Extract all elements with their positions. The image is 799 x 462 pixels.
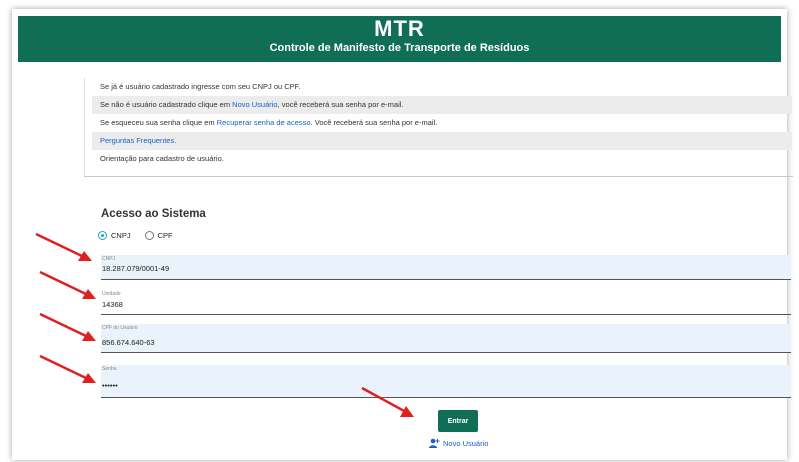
perguntas-frequentes-link[interactable]: Perguntas Frequentes. bbox=[100, 136, 176, 145]
entrar-button[interactable]: Entrar bbox=[438, 410, 478, 432]
access-title: Acesso ao Sistema bbox=[101, 208, 206, 220]
novo-usuario-label[interactable]: Novo Usuário bbox=[443, 439, 488, 448]
senha-value[interactable]: •••••• bbox=[102, 381, 118, 390]
info-line-2: Se não é usuário cadastrado clique em No… bbox=[92, 96, 792, 114]
info-line-4: Perguntas Frequentes. bbox=[92, 132, 792, 150]
radio-cpf-label: CPF bbox=[157, 231, 173, 240]
novo-usuario-button[interactable]: Novo Usuário bbox=[428, 438, 488, 448]
app-header: MTR Controle de Manifesto de Transporte … bbox=[18, 16, 781, 62]
cnpj-value[interactable]: 18.287.079/0001-49 bbox=[102, 264, 169, 273]
info-line-3: Se esqueceu sua senha clique em Recupera… bbox=[92, 114, 792, 132]
red-arrow-icon bbox=[39, 312, 96, 341]
senha-label: Senha bbox=[102, 366, 117, 372]
red-arrow-icon bbox=[39, 354, 96, 383]
cpf-usuario-field[interactable]: CPF do Usuário 856.674.640-63 bbox=[101, 324, 791, 353]
cpf-usuario-value[interactable]: 856.674.640-63 bbox=[102, 338, 155, 347]
app-title: MTR bbox=[374, 16, 425, 41]
cpf-usuario-label: CPF do Usuário bbox=[102, 325, 138, 331]
senha-field[interactable]: Senha •••••• bbox=[101, 365, 791, 398]
radio-cpf-dot[interactable] bbox=[144, 231, 154, 240]
red-arrow-icon bbox=[39, 270, 96, 299]
info-line-3-post: . Você receberá sua senha por e-mail. bbox=[310, 118, 438, 127]
info-line-5: Orientação para cadastro de usuário. bbox=[100, 154, 224, 163]
info-line-3-pre: Se esqueceu sua senha clique em bbox=[100, 118, 217, 127]
info-line-2-post: , você receberá sua senha por e-mail. bbox=[277, 100, 404, 109]
novo-usuario-link[interactable]: Novo Usuário bbox=[232, 100, 277, 109]
info-line-2-pre: Se não é usuário cadastrado clique em bbox=[100, 100, 233, 109]
cnpj-label: CNPJ bbox=[102, 256, 116, 262]
app-subtitle: Controle de Manifesto de Transporte de R… bbox=[269, 42, 530, 54]
radio-cpf[interactable]: CPF bbox=[144, 231, 173, 240]
red-arrow-icon bbox=[35, 232, 92, 261]
info-line-1: Se já é usuário cadastrado ingresse com … bbox=[100, 82, 301, 91]
recuperar-senha-link[interactable]: Recuperar senha de acesso bbox=[217, 118, 311, 127]
unidade-value[interactable]: 14368 bbox=[102, 300, 123, 309]
document-type-radio-group: CNPJ CPF bbox=[98, 231, 173, 240]
radio-cnpj-label: CNPJ bbox=[111, 231, 131, 240]
red-arrow-icon bbox=[361, 386, 414, 417]
cnpj-field[interactable]: CNPJ 18.287.079/0001-49 bbox=[101, 255, 791, 280]
unidade-label: Unidade bbox=[102, 291, 121, 297]
radio-cnpj[interactable]: CNPJ bbox=[98, 231, 131, 240]
unidade-field[interactable]: Unidade 14368 bbox=[101, 290, 791, 315]
info-panel: Se já é usuário cadastrado ingresse com … bbox=[92, 78, 792, 168]
radio-cnpj-dot[interactable] bbox=[98, 231, 107, 240]
user-add-icon bbox=[429, 438, 440, 448]
